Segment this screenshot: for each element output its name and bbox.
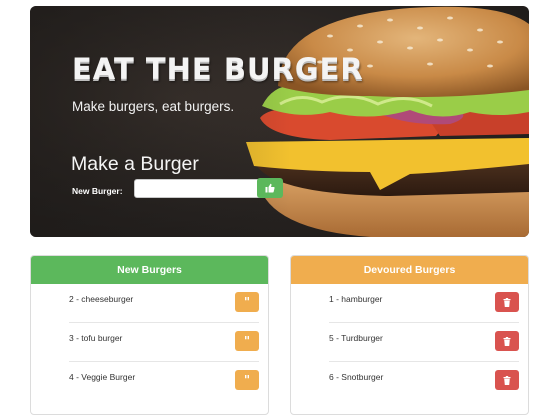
trash-icon xyxy=(503,375,511,385)
delete-button[interactable] xyxy=(495,292,519,312)
burger-image xyxy=(30,6,529,237)
list-item: 5 - Turdburger xyxy=(329,323,519,362)
submit-burger-button[interactable] xyxy=(257,178,283,198)
quote-icon: " xyxy=(243,295,251,309)
delete-button[interactable] xyxy=(495,331,519,351)
devour-button[interactable]: " xyxy=(235,331,259,351)
devour-button[interactable]: " xyxy=(235,370,259,390)
trash-icon xyxy=(503,297,511,307)
quote-icon: " xyxy=(243,334,251,348)
new-burgers-title: New Burgers xyxy=(31,256,268,284)
list-item: 2 - cheeseburger " xyxy=(69,284,259,323)
list-item: 4 - Veggie Burger " xyxy=(69,362,259,400)
devoured-burgers-panel: Devoured Burgers 1 - hamburger 5 - Turdb… xyxy=(290,255,529,415)
devour-button[interactable]: " xyxy=(235,292,259,312)
burger-name: 6 - Snotburger xyxy=(329,372,384,382)
tagline: Make burgers, eat burgers. xyxy=(72,99,235,114)
burger-name: 1 - hamburger xyxy=(329,294,383,304)
page-title: EAT THE BURGER xyxy=(72,52,364,86)
new-burger-label: New Burger: xyxy=(72,186,123,196)
burger-name: 2 - cheeseburger xyxy=(69,294,134,304)
devoured-burgers-title: Devoured Burgers xyxy=(291,256,528,284)
form-heading: Make a Burger xyxy=(71,153,199,175)
list-item: 3 - tofu burger " xyxy=(69,323,259,362)
list-item: 6 - Snotburger xyxy=(329,362,519,400)
burger-name: 3 - tofu burger xyxy=(69,333,123,343)
burger-name: 4 - Veggie Burger xyxy=(69,372,136,382)
delete-button[interactable] xyxy=(495,370,519,390)
quote-icon: " xyxy=(243,373,251,387)
burger-name: 5 - Turdburger xyxy=(329,333,383,343)
new-burgers-panel: New Burgers 2 - cheeseburger " 3 - tofu … xyxy=(30,255,269,415)
hero-banner: EAT THE BURGER Make burgers, eat burgers… xyxy=(30,6,529,237)
trash-icon xyxy=(503,336,511,346)
thumbs-up-icon xyxy=(265,183,275,193)
list-item: 1 - hamburger xyxy=(329,284,519,323)
new-burger-input[interactable] xyxy=(134,179,263,198)
